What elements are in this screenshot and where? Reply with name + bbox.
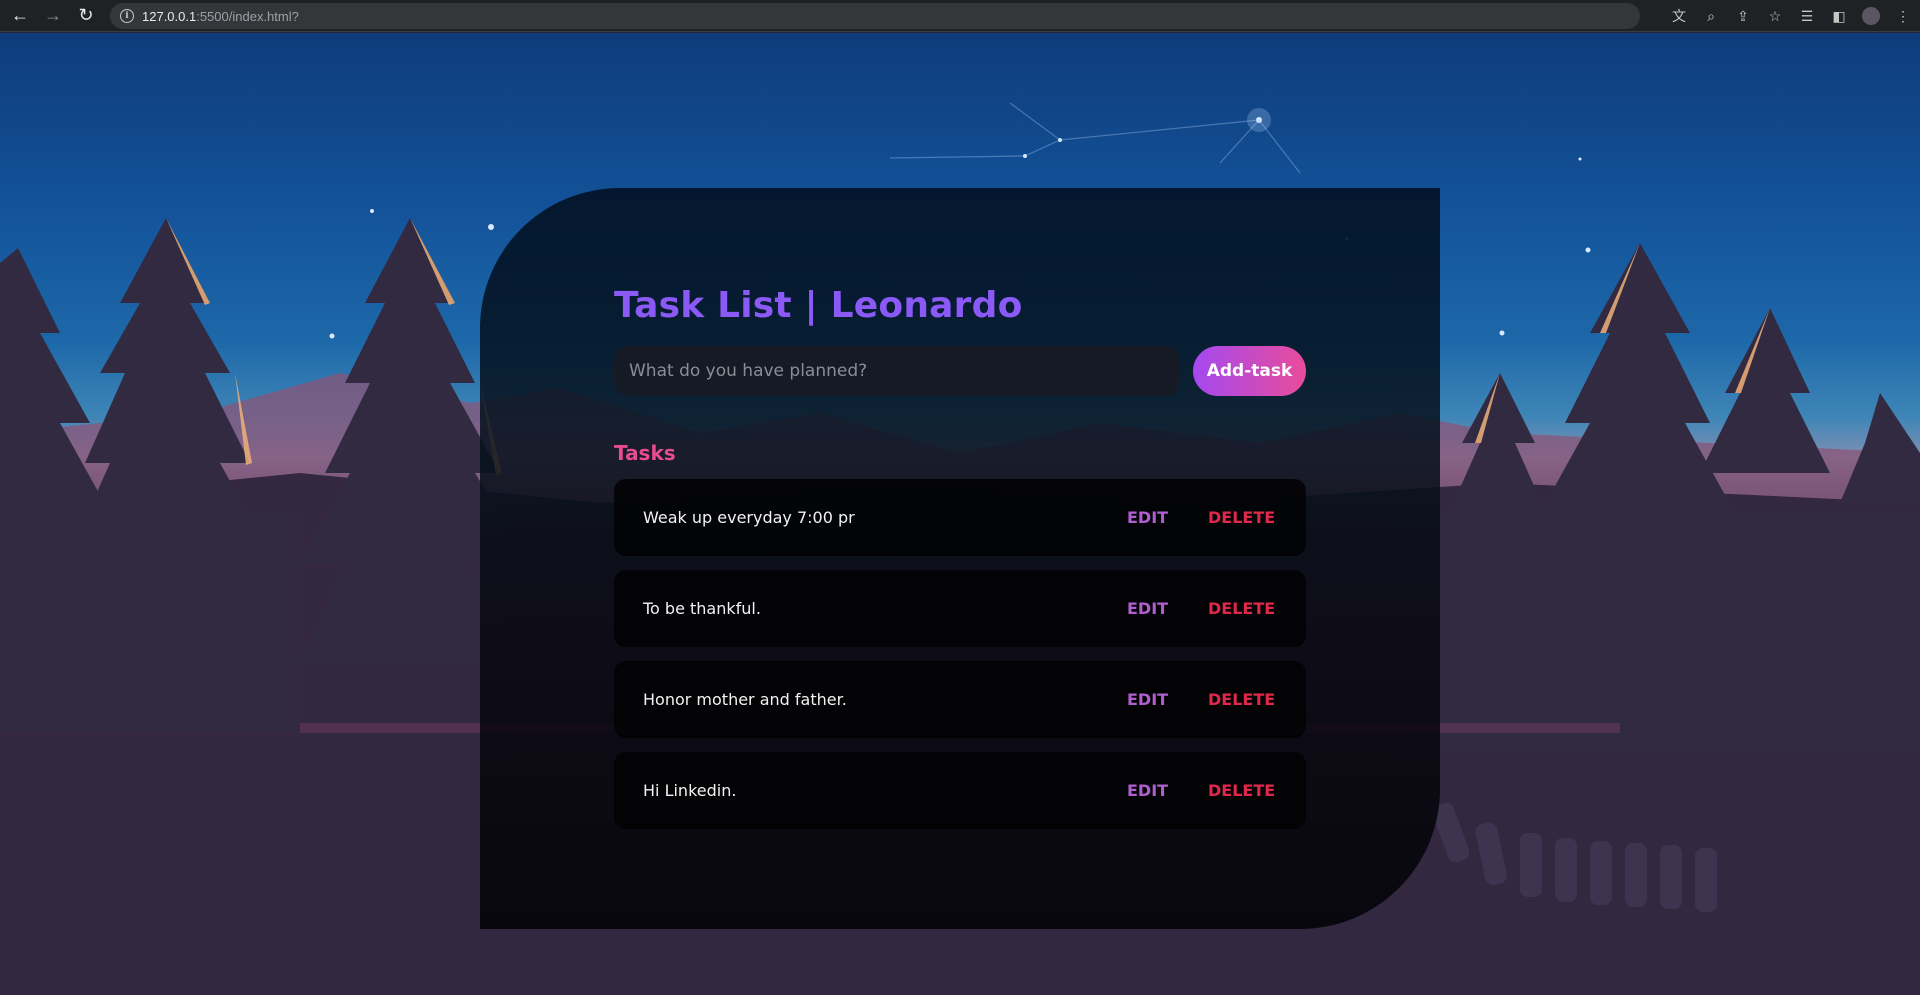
task-input[interactable] [614, 346, 1179, 396]
edit-button[interactable]: EDIT [1127, 661, 1168, 738]
delete-button[interactable]: DELETE [1208, 570, 1275, 647]
reload-icon[interactable]: ↻ [70, 0, 102, 32]
url-path: :5500/index.html? [196, 8, 299, 24]
forward-icon[interactable]: → [37, 0, 69, 32]
browser-actions: 文 ⌕ ⇪ ☆ ☰ ◧ ⋮ [1670, 0, 1912, 32]
url-host: 127.0.0.1 [142, 8, 197, 24]
bookmark-star-icon[interactable]: ☆ [1766, 7, 1784, 25]
share-icon[interactable]: ⇪ [1734, 7, 1752, 25]
delete-button[interactable]: DELETE [1208, 752, 1275, 829]
back-icon[interactable]: ← [4, 0, 36, 32]
task-text: Hi Linkedin. [643, 781, 737, 800]
menu-dots-icon[interactable]: ⋮ [1894, 7, 1912, 25]
add-task-button[interactable]: Add-task [1193, 346, 1306, 396]
task-text: To be thankful. [643, 599, 761, 618]
task-text: Weak up everyday 7:00 pr [643, 508, 855, 527]
zoom-icon[interactable]: ⌕ [1702, 7, 1720, 25]
browser-toolbar: ← → ↻ i 127.0.0.1:5500/index.html? 文 ⌕ ⇪… [0, 0, 1920, 32]
delete-button[interactable]: DELETE [1208, 661, 1275, 738]
reading-list-icon[interactable]: ☰ [1798, 7, 1816, 25]
page-title: Task List | Leonardo [614, 285, 1023, 326]
edit-button[interactable]: EDIT [1127, 570, 1168, 647]
edit-button[interactable]: EDIT [1127, 479, 1168, 556]
tasks-heading: Tasks [614, 441, 676, 465]
address-bar[interactable]: i 127.0.0.1:5500/index.html? [110, 3, 1640, 29]
task-row: To be thankful. EDIT DELETE [614, 570, 1306, 647]
task-row: Honor mother and father. EDIT DELETE [614, 661, 1306, 738]
task-row: Weak up everyday 7:00 pr EDIT DELETE [614, 479, 1306, 556]
task-row: Hi Linkedin. EDIT DELETE [614, 752, 1306, 829]
delete-button[interactable]: DELETE [1208, 479, 1275, 556]
edit-button[interactable]: EDIT [1127, 752, 1168, 829]
side-panel-icon[interactable]: ◧ [1830, 7, 1848, 25]
task-text: Honor mother and father. [643, 690, 847, 709]
translate-icon[interactable]: 文 [1670, 7, 1688, 25]
profile-avatar[interactable] [1862, 7, 1880, 25]
site-info-icon[interactable]: i [120, 9, 134, 23]
